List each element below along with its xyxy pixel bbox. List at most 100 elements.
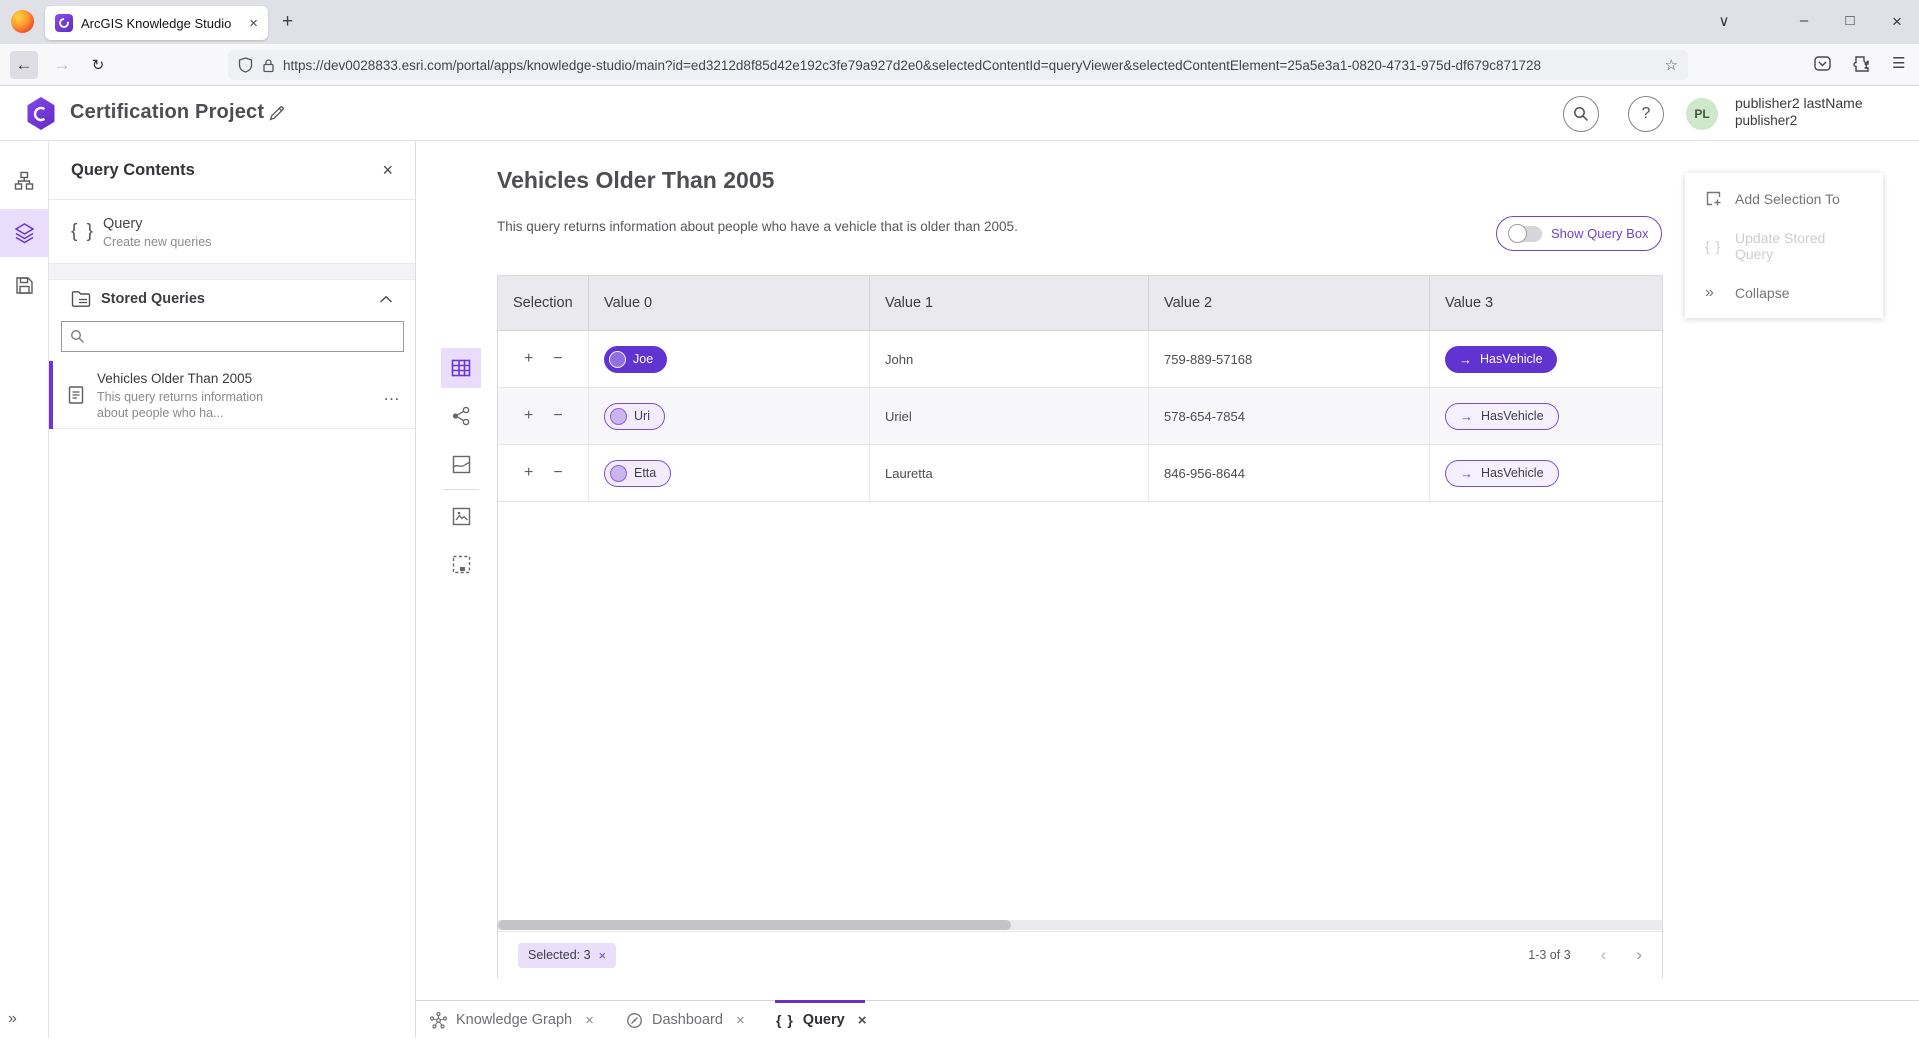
query-item-subtitle: Create new queries bbox=[103, 235, 211, 249]
cell-value2[interactable]: 759-889-57168 bbox=[1149, 331, 1430, 387]
menu-icon[interactable]: ☰ bbox=[1892, 54, 1905, 72]
chevron-up-icon[interactable] bbox=[379, 295, 393, 304]
section-divider bbox=[49, 264, 415, 280]
tab-title: ArcGIS Knowledge Studio bbox=[81, 16, 243, 31]
select-extent-button[interactable] bbox=[441, 544, 481, 584]
reload-button[interactable]: ↻ bbox=[84, 51, 112, 79]
bookmark-star-icon[interactable]: ☆ bbox=[1665, 56, 1678, 74]
view-table-button[interactable] bbox=[441, 348, 481, 388]
selected-count-chip[interactable]: Selected: 3 × bbox=[518, 943, 616, 968]
view-link-chart-button[interactable] bbox=[441, 396, 481, 436]
stored-queries-title: Stored Queries bbox=[101, 291, 379, 307]
expand-rail-icon[interactable]: » bbox=[8, 1010, 17, 1028]
tab-close-icon[interactable]: × bbox=[585, 1012, 594, 1029]
stored-queries-header[interactable]: Stored Queries bbox=[49, 280, 415, 318]
add-selection-icon[interactable]: + bbox=[524, 464, 533, 482]
arrow-right-icon: → bbox=[1460, 409, 1473, 424]
pocket-icon[interactable] bbox=[1813, 54, 1832, 73]
firefox-icon[interactable] bbox=[11, 10, 34, 33]
tab-close-icon[interactable]: × bbox=[858, 1012, 867, 1029]
add-selection-icon[interactable]: + bbox=[524, 407, 533, 425]
menu-item-collapse[interactable]: » Collapse bbox=[1685, 269, 1883, 317]
cell-value2[interactable]: 578-654-7854 bbox=[1149, 388, 1430, 444]
back-button[interactable]: ← bbox=[10, 51, 38, 79]
window-minimize-button[interactable]: – bbox=[1792, 12, 1816, 29]
horizontal-scrollbar[interactable] bbox=[498, 920, 1662, 930]
knowledge-studio-logo bbox=[26, 97, 56, 130]
table-row[interactable]: + − Uri Uriel 578-654-7854 → HasVehicle bbox=[498, 388, 1662, 445]
entity-pill[interactable]: Uri bbox=[604, 403, 665, 430]
browser-tab[interactable]: ArcGIS Knowledge Studio × bbox=[45, 6, 268, 40]
sidebar-item-save[interactable] bbox=[0, 261, 48, 309]
panel-close-icon[interactable]: × bbox=[382, 160, 393, 181]
search-button[interactable] bbox=[1563, 96, 1599, 132]
entity-label: Joe bbox=[633, 352, 653, 366]
menu-item-update-stored-query[interactable]: { } Update Stored Query bbox=[1685, 222, 1883, 270]
column-header[interactable]: Value 2 bbox=[1149, 276, 1430, 330]
sidebar-item-model[interactable] bbox=[0, 157, 48, 205]
scrollbar-thumb[interactable] bbox=[498, 920, 1011, 930]
previous-page-button[interactable]: ‹ bbox=[1601, 945, 1607, 965]
relationship-pill[interactable]: → HasVehicle bbox=[1445, 403, 1559, 430]
avatar[interactable]: PL bbox=[1686, 98, 1718, 130]
column-header[interactable]: Value 1 bbox=[870, 276, 1149, 330]
remove-selection-icon[interactable]: − bbox=[553, 464, 562, 482]
query-create-item[interactable]: { } Query Create new queries bbox=[49, 201, 415, 264]
cell-value2[interactable]: 846-956-8644 bbox=[1149, 445, 1430, 501]
column-header[interactable]: Value 3 bbox=[1430, 276, 1662, 330]
add-to-map-button[interactable] bbox=[441, 496, 481, 536]
stored-query-icon bbox=[67, 385, 85, 405]
edit-pencil-icon[interactable] bbox=[268, 104, 286, 122]
stored-query-item[interactable]: Vehicles Older Than 2005 This query retu… bbox=[49, 361, 415, 429]
tab-query[interactable]: { } Query × bbox=[776, 1001, 866, 1039]
table-row[interactable]: + − Joe John 759-889-57168 → HasVehicle bbox=[498, 331, 1662, 388]
column-header[interactable]: Selection bbox=[498, 276, 589, 330]
entity-pill[interactable]: Etta bbox=[604, 460, 671, 487]
selected-indicator bbox=[49, 361, 53, 429]
tab-label: Knowledge Graph bbox=[456, 1012, 572, 1028]
toolbar-divider bbox=[443, 489, 479, 490]
show-query-box-toggle[interactable]: Show Query Box bbox=[1496, 216, 1662, 251]
help-button[interactable]: ? bbox=[1628, 96, 1664, 132]
url-bar[interactable]: https://dev0028833.esri.com/portal/apps/… bbox=[228, 50, 1688, 80]
tab-knowledge-graph[interactable]: Knowledge Graph × bbox=[430, 1001, 594, 1039]
cell-value1[interactable]: John bbox=[870, 331, 1149, 387]
new-tab-button[interactable]: + bbox=[282, 12, 293, 32]
stored-queries-search[interactable] bbox=[61, 321, 404, 352]
toggle-track[interactable] bbox=[1509, 226, 1542, 242]
relationship-pill[interactable]: → HasVehicle bbox=[1445, 346, 1557, 373]
forward-button[interactable]: → bbox=[48, 51, 76, 79]
cell-value1[interactable]: Uriel bbox=[870, 388, 1149, 444]
entity-pill[interactable]: Joe bbox=[604, 346, 667, 373]
url-text[interactable]: https://dev0028833.esri.com/portal/apps/… bbox=[283, 58, 1657, 73]
query-item-title: Query bbox=[103, 216, 211, 232]
relationship-label: HasVehicle bbox=[1481, 409, 1544, 423]
save-icon bbox=[15, 276, 34, 295]
column-header[interactable]: Value 0 bbox=[589, 276, 870, 330]
add-selection-icon[interactable]: + bbox=[524, 350, 533, 368]
lock-icon[interactable] bbox=[262, 58, 275, 73]
window-close-button[interactable]: × bbox=[1885, 12, 1909, 32]
search-icon bbox=[70, 329, 85, 344]
clear-selection-icon[interactable]: × bbox=[599, 948, 607, 963]
tracking-shield-icon[interactable] bbox=[238, 57, 253, 73]
list-tabs-icon[interactable]: ∨ bbox=[1712, 12, 1736, 30]
cell-value1[interactable]: Lauretta bbox=[870, 445, 1149, 501]
search-input[interactable] bbox=[91, 329, 395, 344]
sidebar-item-contents[interactable] bbox=[0, 209, 48, 257]
next-page-button[interactable]: › bbox=[1636, 945, 1642, 965]
tab-dashboard[interactable]: Dashboard × bbox=[626, 1001, 745, 1039]
view-map-button[interactable] bbox=[441, 444, 481, 484]
table-row[interactable]: + − Etta Lauretta 846-956-8644 → HasVehi… bbox=[498, 445, 1662, 502]
tab-close-icon[interactable]: × bbox=[249, 15, 258, 32]
remove-selection-icon[interactable]: − bbox=[553, 350, 562, 368]
window-maximize-button[interactable]: □ bbox=[1838, 12, 1862, 29]
more-options-icon[interactable]: … bbox=[383, 385, 401, 405]
menu-item-add-selection-to[interactable]: Add Selection To bbox=[1685, 175, 1883, 223]
layers-icon bbox=[14, 222, 35, 244]
extensions-icon[interactable] bbox=[1852, 54, 1871, 73]
relationship-pill[interactable]: → HasVehicle bbox=[1445, 460, 1559, 487]
tab-close-icon[interactable]: × bbox=[736, 1012, 745, 1029]
toggle-knob[interactable] bbox=[1508, 224, 1527, 243]
remove-selection-icon[interactable]: − bbox=[553, 407, 562, 425]
